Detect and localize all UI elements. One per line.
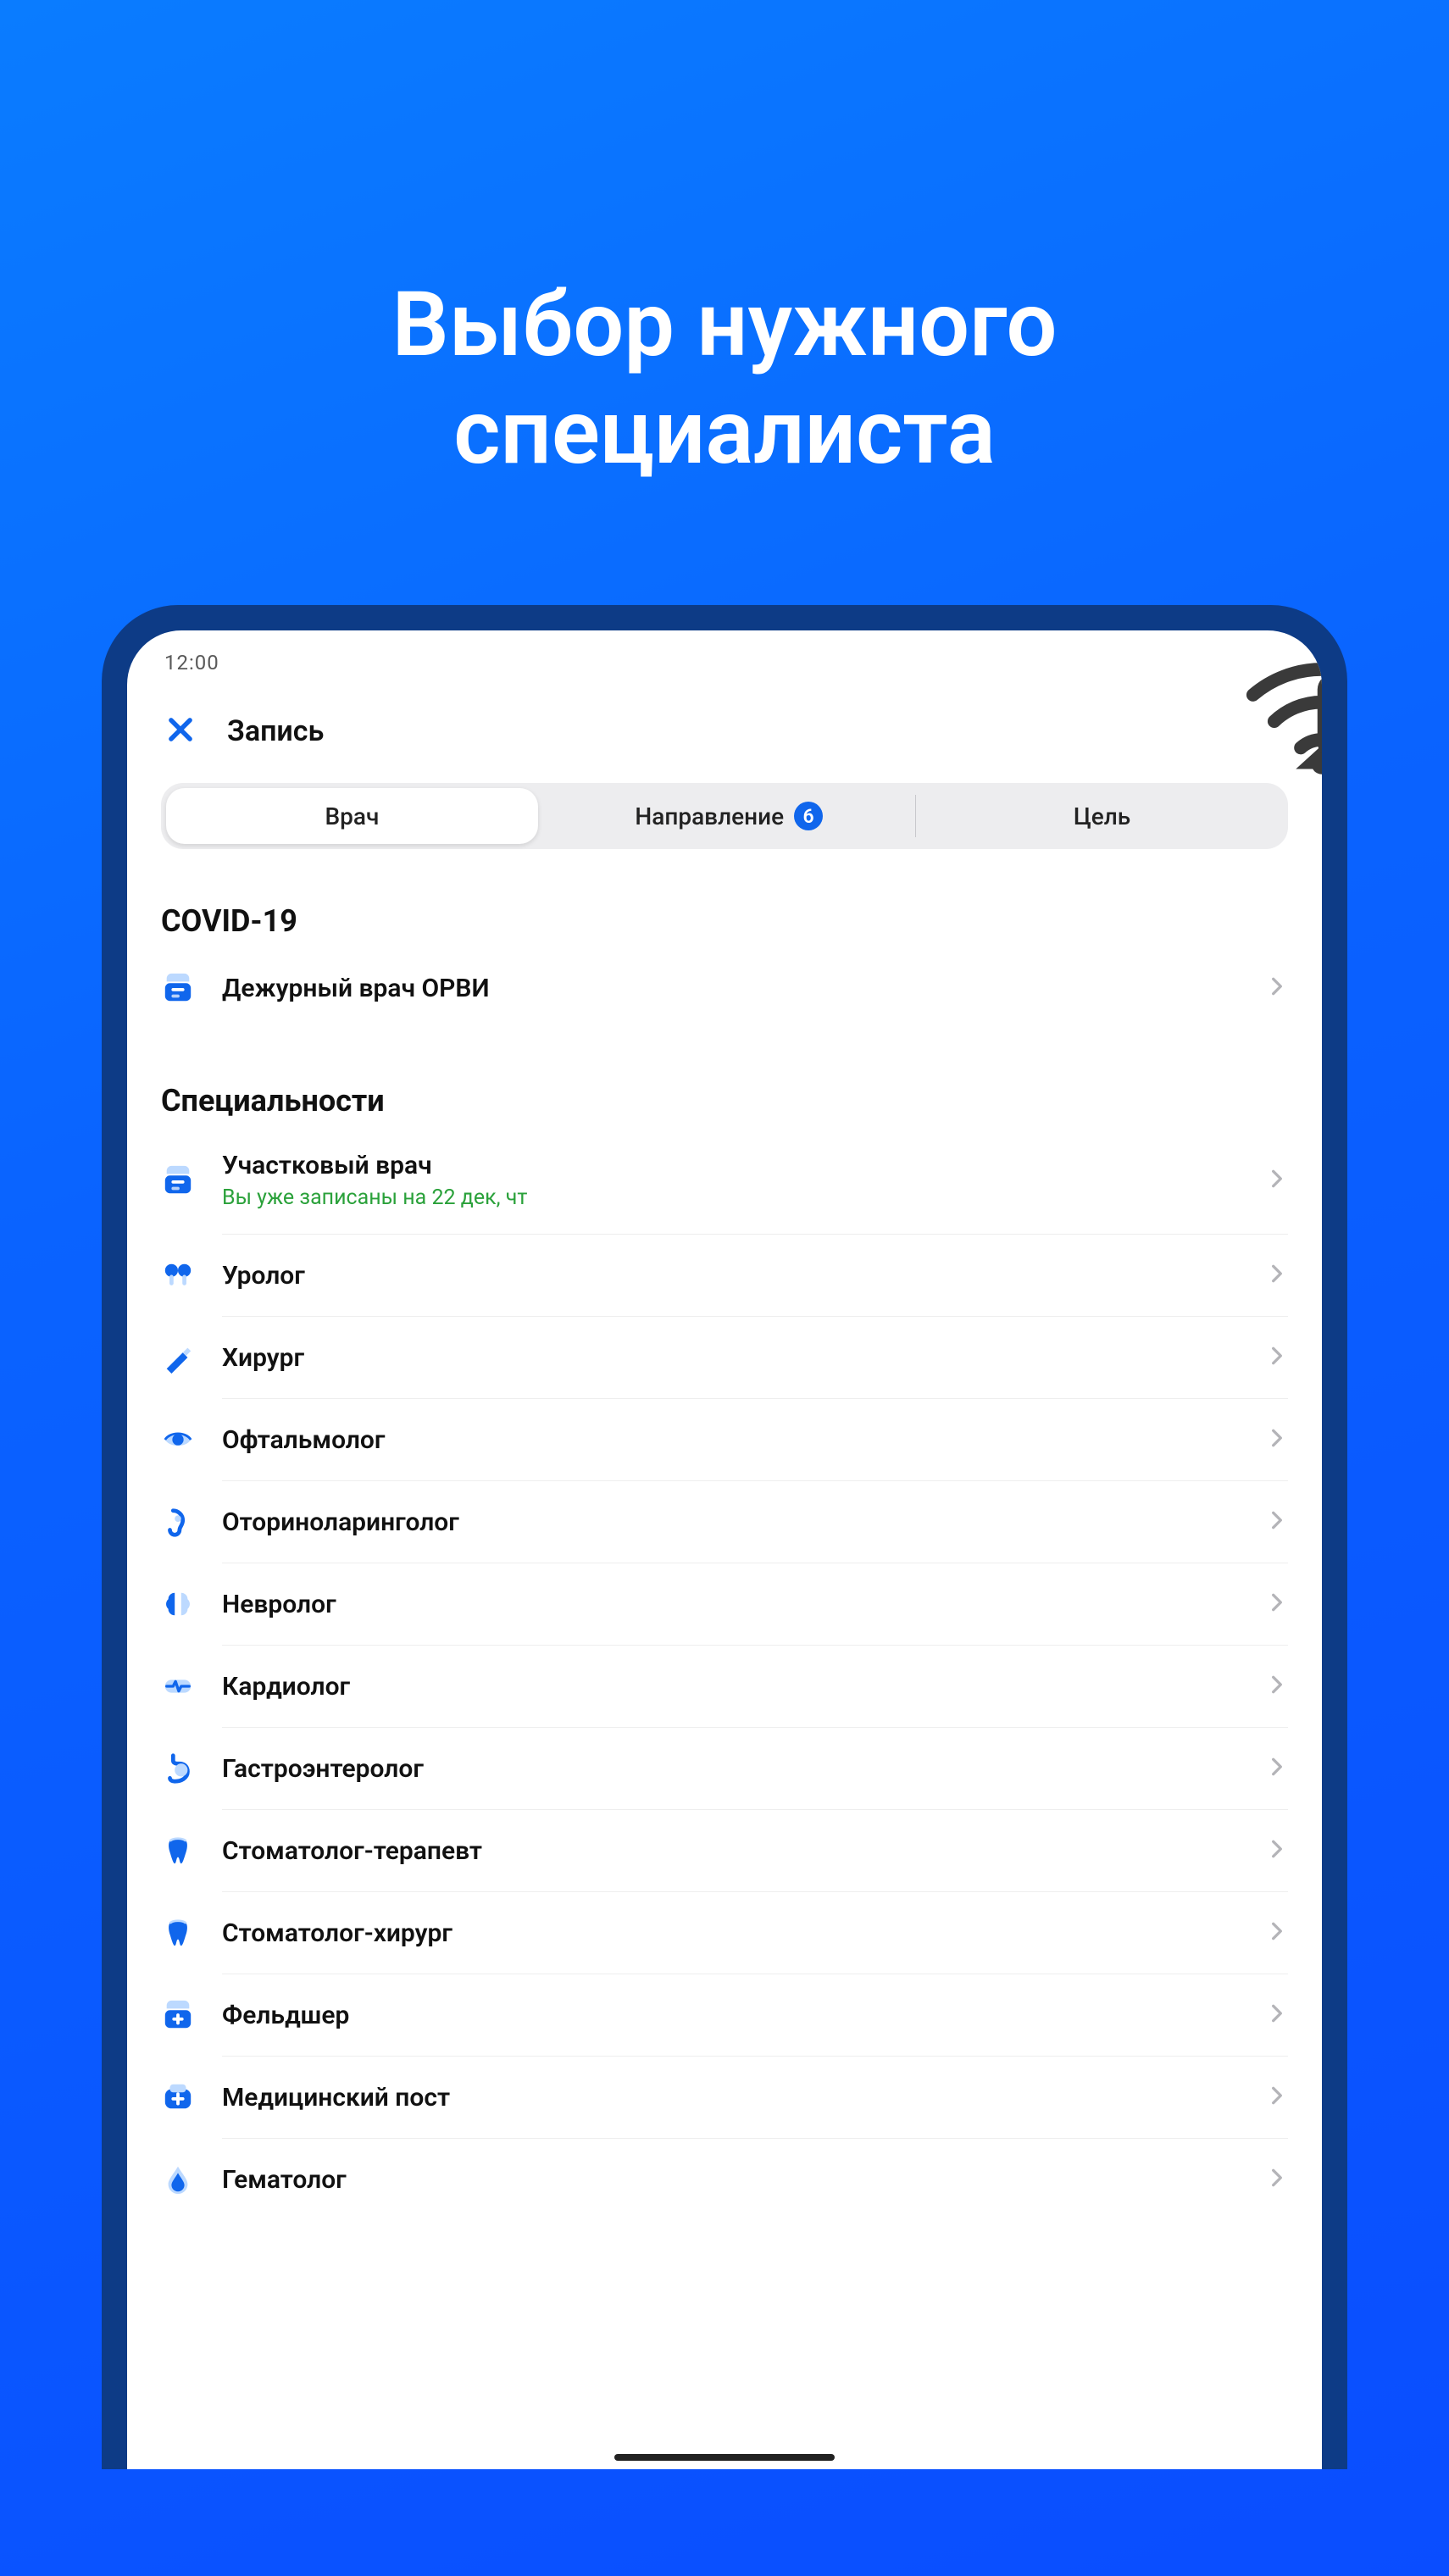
specialty-row[interactable]: Оториноларинголог [161, 1481, 1288, 1563]
specialty-row[interactable]: Гематолог [161, 2139, 1288, 2220]
app-screen: 12:00 Запись Врач Направление 6 Цель [127, 630, 1322, 2469]
chevron-right-icon [1266, 1509, 1288, 1535]
section-heading-specialties: Специальности [161, 1083, 1288, 1119]
specialty-row[interactable]: Стоматолог-терапевт [161, 1810, 1288, 1891]
chevron-right-icon [1266, 975, 1288, 1001]
chevron-right-icon [1266, 1168, 1288, 1193]
tab-referral[interactable]: Направление 6 [543, 783, 915, 849]
chevron-right-icon [1266, 1838, 1288, 1863]
chevron-right-icon [1266, 1345, 1288, 1370]
specialty-row[interactable]: Гастроэнтеролог [161, 1728, 1288, 1809]
status-time: 12:00 [164, 651, 219, 675]
ear-icon [161, 1505, 195, 1539]
chevron-right-icon [1266, 2002, 1288, 2028]
list-item-label: Оториноларинголог [222, 1507, 1239, 1537]
hero-title: Выбор нужного специалиста [0, 0, 1449, 605]
tabs: Врач Направление 6 Цель [161, 783, 1288, 849]
status-bar: 12:00 [127, 630, 1322, 683]
specialty-row[interactable]: Уролог [161, 1235, 1288, 1316]
specialty-row[interactable]: Участковый врач Вы уже записаны на 22 дек… [161, 1127, 1288, 1234]
heart-icon [161, 1669, 195, 1703]
page-title: Запись [227, 714, 324, 748]
device-frame: 12:00 Запись Врач Направление 6 Цель [102, 605, 1347, 2469]
battery-icon [1259, 652, 1285, 673]
list-item-label: Уролог [222, 1261, 1239, 1291]
stomach-icon [161, 1752, 195, 1785]
specialty-row[interactable]: Кардиолог [161, 1646, 1288, 1727]
list-item-label: Гематолог [222, 2165, 1239, 2195]
list-item-label: Дежурный врач ОРВИ [222, 974, 1239, 1003]
tab-label: Цель [1074, 802, 1130, 830]
tooth-icon [161, 1834, 195, 1868]
list-item-label: Фельдшер [222, 2001, 1239, 2030]
tab-badge: 6 [794, 802, 823, 830]
chevron-right-icon [1266, 1920, 1288, 1946]
urology-icon [161, 1258, 195, 1292]
specialty-row[interactable]: Офтальмолог [161, 1399, 1288, 1480]
specialty-row[interactable]: Стоматолог-хирург [161, 1892, 1288, 1974]
medpost-icon [161, 2080, 195, 2114]
specialty-row[interactable]: Невролог [161, 1563, 1288, 1645]
blood-icon [161, 2162, 195, 2196]
nurse-icon [161, 1998, 195, 2032]
covid-row[interactable]: Дежурный врач ОРВИ [161, 947, 1288, 1029]
chevron-right-icon [1266, 1756, 1288, 1781]
list-item-label: Стоматолог-хирург [222, 1918, 1239, 1948]
home-indicator[interactable] [614, 2454, 835, 2461]
eye-icon [161, 1423, 195, 1457]
list-item-label: Невролог [222, 1590, 1239, 1619]
chevron-right-icon [1266, 2085, 1288, 2110]
page-header: Запись [127, 683, 1322, 783]
specialty-row[interactable]: Фельдшер [161, 1974, 1288, 2056]
chevron-right-icon [1266, 1263, 1288, 1288]
signal-icon [1227, 652, 1252, 673]
chevron-right-icon [1266, 1591, 1288, 1617]
section-heading-covid: COVID-19 [161, 903, 1288, 939]
brain-icon [161, 1587, 195, 1621]
list-item-label: Гастроэнтеролог [222, 1754, 1239, 1784]
scalpel-icon [161, 1341, 195, 1374]
specialty-row[interactable]: Хирург [161, 1317, 1288, 1398]
list-item-label: Медицинский пост [222, 2083, 1239, 2112]
close-icon[interactable] [164, 713, 197, 749]
chevron-right-icon [1266, 1674, 1288, 1699]
tab-label: Направление [635, 802, 784, 830]
list-item-sublabel: Вы уже записаны на 22 дек, чт [222, 1185, 1239, 1210]
doctor-icon [161, 971, 195, 1005]
chevron-right-icon [1266, 1427, 1288, 1452]
tooth-icon [161, 1916, 195, 1950]
list-item-label: Кардиолог [222, 1672, 1239, 1702]
doctor-icon [161, 1163, 195, 1197]
wifi-icon [1195, 652, 1220, 673]
specialty-row[interactable]: Медицинский пост [161, 2057, 1288, 2138]
chevron-right-icon [1266, 2167, 1288, 2192]
tab-label: Врач [325, 802, 379, 830]
list-item-label: Стоматолог-терапевт [222, 1836, 1239, 1866]
list-item-label: Хирург [222, 1343, 1239, 1373]
list-item-label: Участковый врач [222, 1151, 1239, 1180]
list-item-label: Офтальмолог [222, 1425, 1239, 1455]
tab-goal[interactable]: Цель [916, 783, 1288, 849]
tab-doctor[interactable]: Врач [166, 788, 538, 844]
